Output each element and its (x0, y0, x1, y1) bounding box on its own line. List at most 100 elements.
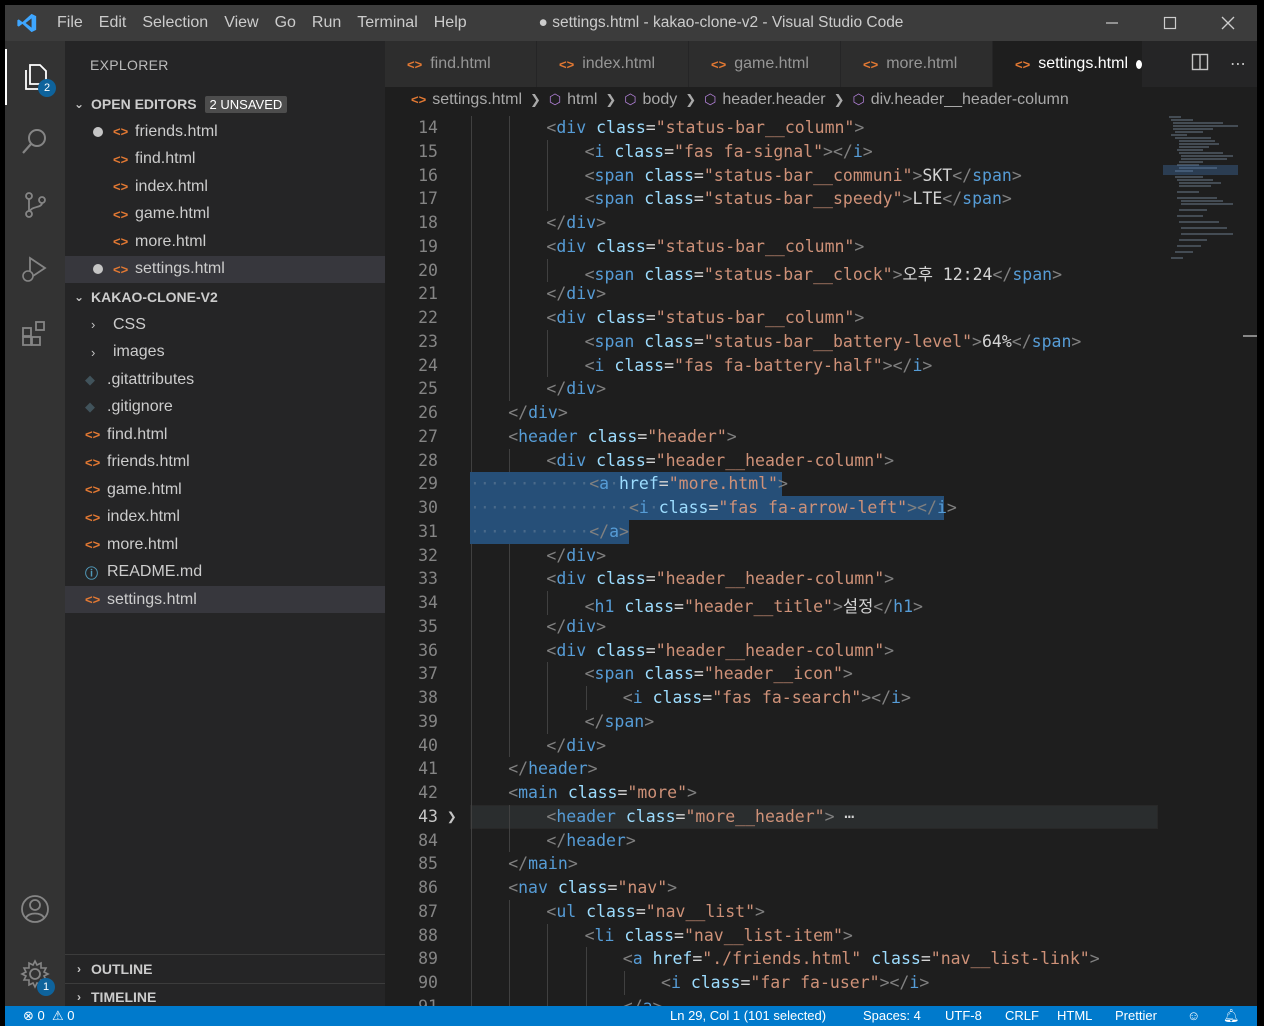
breadcrumb-item[interactable]: <> settings.html (411, 91, 522, 109)
menu-terminal[interactable]: Terminal (349, 5, 425, 41)
run-debug-icon[interactable] (5, 241, 65, 297)
open-editors-header[interactable]: ⌄ OPEN EDITORS 2 UNSAVED (65, 91, 385, 117)
file-item[interactable]: ◆ .gitignore (65, 394, 385, 421)
open-editor-item[interactable]: <> friends.html (65, 118, 385, 145)
code-line[interactable]: </a> (623, 997, 663, 1006)
file-item[interactable]: <> game.html (65, 476, 385, 503)
breadcrumb-item[interactable]: ⬡ header.header (704, 91, 825, 109)
feedback-icon[interactable]: ☺ (1187, 1008, 1200, 1023)
code-line[interactable]: <span class="header__icon"> (585, 664, 853, 683)
code-line[interactable]: <div class="header__header-column"> (546, 451, 894, 470)
folder-item[interactable]: › images (65, 339, 385, 366)
tab-index[interactable]: <> index.html (537, 41, 689, 87)
minimap-viewport[interactable] (1163, 165, 1238, 175)
file-item[interactable]: <> find.html (65, 421, 385, 448)
menu-run[interactable]: Run (304, 5, 349, 41)
code-line[interactable]: <h1 class="header__title">설정</h1> (585, 593, 923, 617)
code-line[interactable]: </div> (546, 546, 606, 565)
code-line[interactable]: </div> (546, 736, 606, 755)
menu-edit[interactable]: Edit (91, 5, 135, 41)
minimap[interactable] (1163, 113, 1243, 1006)
code-line[interactable]: </header> (546, 831, 635, 850)
close-button[interactable] (1199, 5, 1257, 41)
split-editor-icon[interactable] (1181, 53, 1219, 76)
project-folder-header[interactable]: ⌄ KAKAO-CLONE-V2 (65, 284, 385, 310)
breadcrumb-item[interactable]: ⬡ div.header__header-column (852, 91, 1068, 109)
code-line[interactable]: <li class="nav__list-item"> (585, 926, 853, 945)
tab-game[interactable]: <> game.html (689, 41, 841, 87)
explorer-icon[interactable]: 2 (5, 49, 65, 105)
manage-gear-icon[interactable]: 1 (5, 946, 65, 1002)
code-line[interactable]: <div class="status-bar__column"> (546, 237, 864, 256)
code-line[interactable]: <i class="fas fa-signal"></i> (585, 142, 873, 161)
file-item[interactable]: <> more.html (65, 531, 385, 558)
code-line[interactable]: <div class="header__header-column"> (546, 641, 894, 660)
code-line[interactable]: <a href="./friends.html" class="nav__lis… (623, 949, 1100, 968)
code-line[interactable]: ············</a> (470, 522, 629, 541)
code-line[interactable]: <main class="more"> (508, 783, 697, 802)
code-line[interactable]: <span class="status-bar__speedy">LTE</sp… (585, 189, 1012, 208)
file-item[interactable]: ◆ .gitattributes (65, 366, 385, 393)
notifications-bell-icon[interactable]: 🔔︎ (1223, 1008, 1240, 1024)
outline-header[interactable]: › OUTLINE (65, 956, 385, 982)
open-editor-item[interactable]: <> game.html (65, 201, 385, 228)
fold-chevron-icon[interactable]: ❯ (447, 807, 457, 826)
menu-help[interactable]: Help (426, 5, 475, 41)
minimize-button[interactable] (1083, 5, 1141, 41)
breadcrumb-item[interactable]: ⬡ html (549, 91, 597, 109)
open-editor-item[interactable]: <> index.html (65, 173, 385, 200)
code-line[interactable]: ················<i·class="fas fa-arrow-l… (470, 498, 957, 517)
code-line[interactable]: </header> (508, 759, 597, 778)
code-line[interactable]: <header class="header"> (508, 427, 737, 446)
code-line[interactable]: <div class="header__header-column"> (546, 569, 894, 588)
source-control-icon[interactable] (5, 177, 65, 233)
search-icon[interactable] (5, 113, 65, 169)
vertical-scrollbar[interactable] (1243, 113, 1257, 1006)
menu-go[interactable]: Go (267, 5, 304, 41)
open-editor-item[interactable]: <> settings.html (65, 255, 385, 283)
menu-file[interactable]: File (49, 5, 91, 41)
extensions-icon[interactable] (5, 305, 65, 361)
maximize-button[interactable] (1141, 5, 1199, 41)
code-line[interactable]: </div> (546, 617, 606, 636)
problems-indicator[interactable]: ⊗ 0 ⚠ 0 (23, 1008, 75, 1024)
code-line[interactable]: <span class="status-bar__communi">SKT</s… (585, 166, 1022, 185)
code-line[interactable]: <nav class="nav"> (508, 878, 677, 897)
folder-item[interactable]: › CSS (65, 311, 385, 338)
encoding[interactable]: UTF-8 (945, 1008, 982, 1023)
code-line[interactable]: ············<a·href="more.html"> (470, 474, 788, 493)
code-line[interactable]: <i class="far fa-user"></i> (661, 973, 929, 992)
code-line[interactable]: <i class="fas fa-battery-half"></i> (585, 356, 933, 375)
open-editor-item[interactable]: <> find.html (65, 146, 385, 173)
file-item[interactable]: <> index.html (65, 504, 385, 531)
code-line[interactable]: <span class="status-bar__battery-level">… (585, 332, 1082, 351)
code-line[interactable]: </div> (546, 379, 606, 398)
code-line[interactable]: <i class="fas fa-search"></i> (623, 688, 911, 707)
code-line[interactable]: </span> (585, 712, 655, 731)
more-actions-icon[interactable]: ⋯ (1219, 54, 1257, 74)
code-line[interactable]: <span class="status-bar__clock">오후 12:24… (585, 261, 1062, 285)
code-line[interactable]: <header class="more__header"> ⋯ (546, 807, 854, 826)
end-of-line[interactable]: CRLF (1005, 1008, 1039, 1023)
tab-find[interactable]: <> find.html (385, 41, 537, 87)
code-line[interactable]: </div> (508, 403, 568, 422)
file-item[interactable]: <> settings.html (65, 586, 385, 613)
code-line[interactable]: </div> (546, 284, 606, 303)
indentation[interactable]: Spaces: 4 (863, 1008, 921, 1023)
cursor-position[interactable]: Ln 29, Col 1 (101 selected) (670, 1008, 826, 1023)
code-line[interactable]: </div> (546, 213, 606, 232)
code-line[interactable]: <div class="status-bar__column"> (546, 308, 864, 327)
file-item[interactable]: <> friends.html (65, 449, 385, 476)
menu-selection[interactable]: Selection (134, 5, 216, 41)
language-mode[interactable]: HTML (1057, 1008, 1092, 1023)
breadcrumb-item[interactable]: ⬡ body (624, 91, 677, 109)
menu-view[interactable]: View (216, 5, 266, 41)
tab-settings[interactable]: <> settings.html (993, 41, 1143, 87)
tab-more[interactable]: <> more.html (841, 41, 993, 87)
open-editor-item[interactable]: <> more.html (65, 228, 385, 255)
formatter[interactable]: Prettier (1115, 1008, 1157, 1023)
code-line[interactable]: <ul class="nav__list"> (546, 902, 765, 921)
code-line[interactable]: <div class="status-bar__column"> (546, 118, 864, 137)
code-editor[interactable]: 14 <div class="status-bar__column"> 15 <i c… (385, 113, 1257, 1006)
accounts-icon[interactable] (5, 881, 65, 937)
